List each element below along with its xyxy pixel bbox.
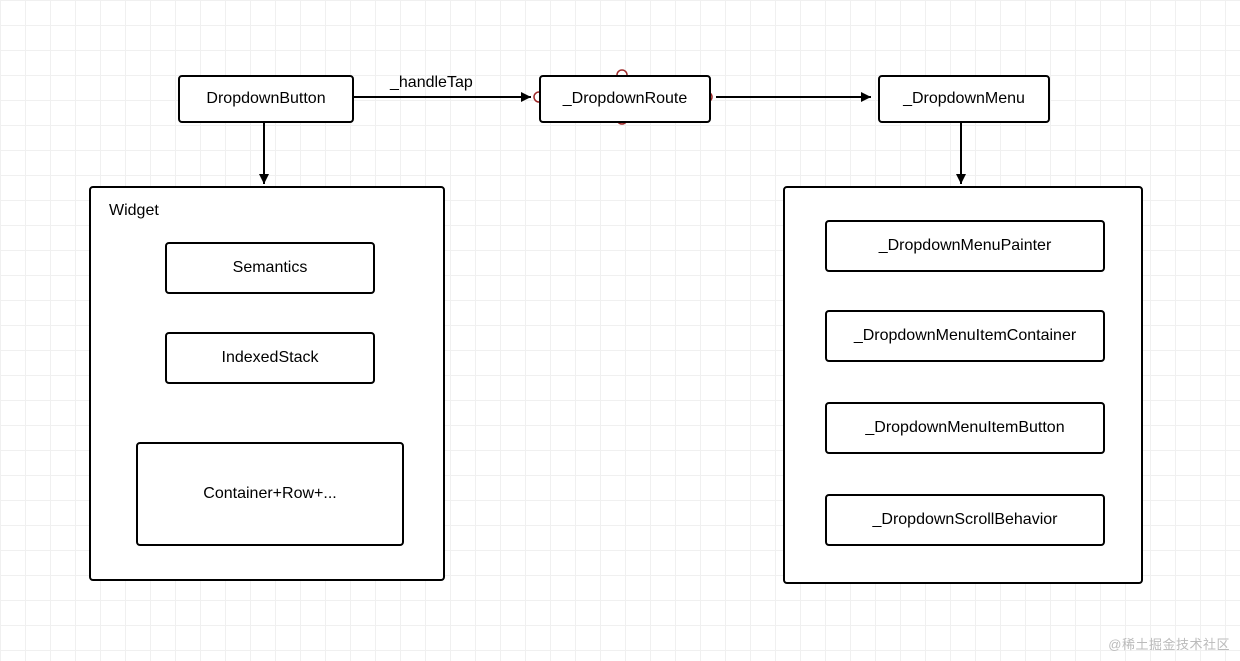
node-label: _DropdownMenu	[903, 90, 1025, 108]
node-label: IndexedStack	[222, 349, 319, 367]
node-container-row[interactable]: Container+Row+...	[136, 442, 404, 546]
container-widget-title: Widget	[109, 202, 159, 220]
node-scroll-behavior[interactable]: _DropdownScrollBehavior	[825, 494, 1105, 546]
container-widget[interactable]: Widget Semantics IndexedStack Container+…	[89, 186, 445, 581]
node-label: _DropdownScrollBehavior	[873, 511, 1058, 529]
node-label: _DropdownMenuItemButton	[865, 419, 1064, 437]
node-label: DropdownButton	[206, 90, 325, 108]
watermark: @稀土掘金技术社区	[1108, 634, 1230, 653]
node-label: _DropdownMenuItemContainer	[854, 327, 1076, 345]
node-indexed-stack[interactable]: IndexedStack	[165, 332, 375, 384]
node-semantics[interactable]: Semantics	[165, 242, 375, 294]
node-label: Semantics	[233, 259, 308, 277]
node-menu-painter[interactable]: _DropdownMenuPainter	[825, 220, 1105, 272]
node-menu-item-button[interactable]: _DropdownMenuItemButton	[825, 402, 1105, 454]
container-dropdown-menu-children[interactable]: _DropdownMenuPainter _DropdownMenuItemCo…	[783, 186, 1143, 584]
node-menu-item-container[interactable]: _DropdownMenuItemContainer	[825, 310, 1105, 362]
node-dropdown-route[interactable]: _DropdownRoute	[539, 75, 711, 123]
diagram-canvas: DropdownButton _DropdownRoute _DropdownM…	[0, 0, 1240, 661]
edge-label-handle-tap: _handleTap	[390, 74, 473, 92]
node-label: Container+Row+...	[203, 485, 336, 503]
node-dropdown-button[interactable]: DropdownButton	[178, 75, 354, 123]
node-dropdown-menu[interactable]: _DropdownMenu	[878, 75, 1050, 123]
node-label: _DropdownMenuPainter	[879, 237, 1052, 255]
node-label: _DropdownRoute	[563, 90, 688, 108]
